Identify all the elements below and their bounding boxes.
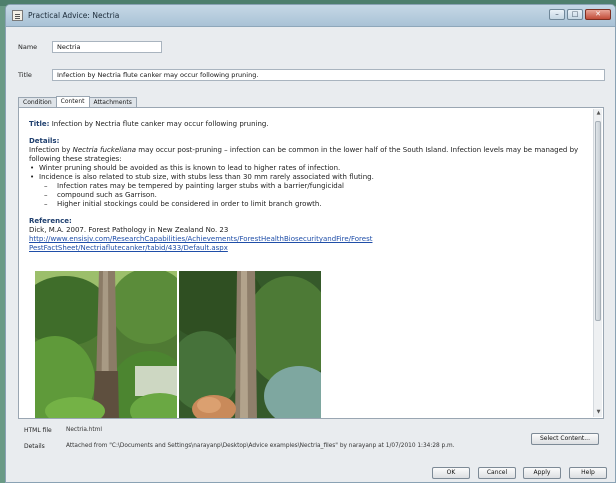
scroll-up-icon[interactable]: ▲ bbox=[594, 109, 603, 118]
details-section: Details: Infection by Nectria fuckeliana… bbox=[29, 137, 587, 209]
cancel-button[interactable]: Cancel bbox=[478, 467, 516, 479]
reference-link[interactable]: http://www.ensisjv.com/ResearchCapabilit… bbox=[29, 235, 372, 243]
reference-link-continued[interactable]: PestFactSheet/Nectriaflutecanker/tabid/4… bbox=[29, 244, 228, 252]
sub-strategy-list: Infection rates may be tempered by paint… bbox=[29, 182, 587, 209]
window-controls: – □ ✕ bbox=[549, 9, 611, 20]
details-species: Nectria fuckeliana bbox=[72, 146, 137, 154]
select-content-button[interactable]: Select Content... bbox=[531, 433, 599, 445]
list-item: Higher initial stockings could be consid… bbox=[29, 200, 587, 209]
content-scrollbar[interactable]: ▲ ▼ bbox=[593, 109, 602, 417]
list-item: Incidence is also related to stub size, … bbox=[29, 173, 587, 182]
name-input[interactable]: Nectria bbox=[52, 41, 162, 53]
html-file-label: HTML file bbox=[24, 427, 52, 434]
maximize-icon[interactable]: □ bbox=[567, 9, 583, 20]
list-item-continuation-text: compound such as Garrison. bbox=[57, 191, 157, 199]
content-title-label: Title: bbox=[29, 120, 50, 128]
minimize-icon[interactable]: – bbox=[549, 9, 565, 20]
photo-pruned-tree-1 bbox=[35, 271, 177, 418]
practical-advice-window: Practical Advice: Nectria – □ ✕ Name Nec… bbox=[5, 4, 616, 483]
name-label: Name bbox=[18, 43, 38, 51]
details-heading: Details: bbox=[29, 137, 60, 145]
content-title-line: Title: Infection by Nectria flute canker… bbox=[29, 120, 587, 129]
title-label: Title bbox=[18, 71, 32, 79]
details-label: Details bbox=[24, 443, 45, 450]
photo-pruned-tree-2 bbox=[179, 271, 321, 418]
document-icon bbox=[12, 10, 23, 21]
list-item: Winter pruning should be avoided as this… bbox=[29, 164, 587, 173]
content-title-text: Infection by Nectria flute canker may oc… bbox=[49, 120, 269, 128]
content-document: Title: Infection by Nectria flute canker… bbox=[29, 120, 587, 253]
scroll-thumb[interactable] bbox=[595, 121, 601, 321]
list-item-continuation: compound such as Garrison. bbox=[29, 191, 587, 200]
scroll-down-icon[interactable]: ▼ bbox=[594, 408, 603, 417]
details-pre: Infection by bbox=[29, 146, 73, 154]
close-icon[interactable]: ✕ bbox=[585, 9, 611, 20]
reference-section: Reference: Dick, M.A. 2007. Forest Patho… bbox=[29, 217, 587, 253]
apply-button[interactable]: Apply bbox=[523, 467, 561, 479]
details-paragraph: Infection by Nectria fuckeliana may occu… bbox=[29, 146, 587, 164]
details-value: Attached from "C:\Documents and Settings… bbox=[66, 443, 455, 449]
title-bar[interactable]: Practical Advice: Nectria – □ ✕ bbox=[6, 5, 615, 27]
ok-button[interactable]: OK bbox=[432, 467, 470, 479]
reference-heading: Reference: bbox=[29, 217, 72, 225]
strategy-list: Winter pruning should be avoided as this… bbox=[29, 164, 587, 182]
reference-text: Dick, M.A. 2007. Forest Pathology in New… bbox=[29, 226, 229, 234]
html-file-value: Nectria.html bbox=[66, 427, 102, 433]
title-input[interactable]: Infection by Nectria flute canker may oc… bbox=[52, 69, 605, 81]
window-title: Practical Advice: Nectria bbox=[28, 11, 120, 20]
list-item: Infection rates may be tempered by paint… bbox=[29, 182, 587, 191]
help-button[interactable]: Help bbox=[569, 467, 607, 479]
content-panel[interactable]: Title: Infection by Nectria flute canker… bbox=[18, 107, 604, 419]
